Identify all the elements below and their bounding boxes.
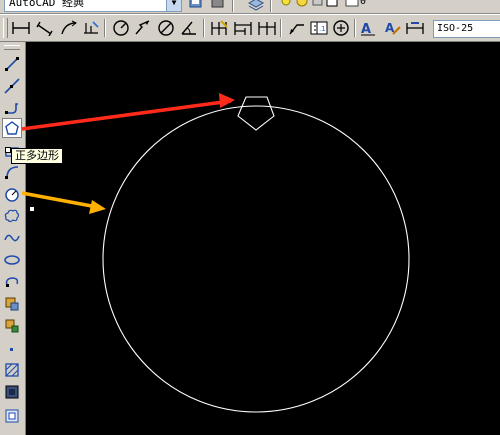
dimension-text-edit-icon[interactable]: A	[382, 18, 404, 38]
make-block-icon[interactable]	[2, 316, 22, 336]
angular-dimension-icon[interactable]	[178, 18, 200, 38]
quick-leader-icon[interactable]	[286, 18, 308, 38]
layer-color-icon[interactable]	[325, 0, 341, 10]
arc-icon[interactable]	[2, 162, 22, 182]
layer-manager-icon[interactable]	[247, 0, 265, 11]
layer-state-icon[interactable]	[345, 0, 361, 10]
draw-toolbar	[0, 42, 26, 435]
layer-lock-icon[interactable]	[310, 0, 326, 10]
jogged-dimension-icon[interactable]	[132, 18, 154, 38]
pentagon-shape[interactable]	[237, 96, 275, 131]
svg-text:.1: .1	[319, 25, 326, 33]
revision-cloud-icon[interactable]	[2, 206, 22, 226]
drawing-canvas[interactable]	[26, 42, 500, 435]
region-icon[interactable]	[2, 406, 22, 426]
insert-block-icon[interactable]	[2, 294, 22, 314]
ellipse-arc-icon[interactable]	[2, 272, 22, 292]
cursor-marker	[29, 206, 35, 212]
layer-on-icon[interactable]	[280, 0, 296, 10]
toolbar-separator	[203, 19, 205, 37]
construction-line-icon[interactable]	[2, 76, 22, 96]
workspace-toolbar: AutoCAD 经典 ▼ 0	[0, 0, 500, 14]
workspace-save-icon[interactable]	[210, 0, 226, 10]
linear-dimension-icon[interactable]	[10, 18, 32, 38]
dimension-update-icon[interactable]	[404, 18, 426, 38]
autocad-window: AutoCAD 经典 ▼ 0 .1 A A ISO-25 正多边形	[0, 0, 500, 435]
diameter-dimension-icon[interactable]	[155, 18, 177, 38]
point-icon[interactable]	[2, 340, 22, 360]
toolbar-grip[interactable]	[4, 45, 20, 50]
circle-shape[interactable]	[102, 105, 410, 413]
workspace-combo-value: AutoCAD 经典	[9, 0, 84, 9]
tolerance-icon[interactable]: .1	[308, 18, 330, 38]
radius-dimension-icon[interactable]	[110, 18, 132, 38]
toolbar-separator	[270, 0, 272, 12]
circle-icon[interactable]	[2, 185, 22, 205]
baseline-dimension-icon[interactable]	[232, 18, 254, 38]
polyline-icon[interactable]	[2, 98, 22, 118]
drawing-svg	[102, 96, 410, 413]
toolbar-grip[interactable]	[3, 18, 8, 38]
chevron-down-icon[interactable]: ▼	[166, 0, 181, 11]
polygon-icon[interactable]	[2, 118, 22, 138]
line-icon[interactable]	[2, 54, 22, 74]
continue-dimension-icon[interactable]	[256, 18, 278, 38]
spline-icon[interactable]	[2, 228, 22, 248]
hatch-icon[interactable]	[2, 360, 22, 380]
gradient-icon[interactable]	[2, 382, 22, 402]
workspace-settings-icon[interactable]	[188, 0, 204, 10]
dimension-toolbar: .1 A A ISO-25	[0, 14, 500, 42]
dimension-style-combo[interactable]: ISO-25	[433, 20, 500, 38]
toolbar-separator	[280, 19, 282, 37]
dimension-style-value: ISO-25	[437, 23, 474, 34]
quick-dimension-icon[interactable]	[208, 18, 230, 38]
dimension-edit-icon[interactable]: A	[358, 18, 380, 38]
polygon-tooltip: 正多边形	[11, 148, 63, 164]
toolbar-separator	[354, 19, 356, 37]
ordinate-dimension-icon[interactable]	[80, 18, 102, 38]
toolbar-separator	[104, 19, 106, 37]
aligned-dimension-icon[interactable]	[34, 18, 56, 38]
ellipse-icon[interactable]	[2, 250, 22, 270]
center-mark-icon[interactable]	[330, 18, 352, 38]
toolbar-separator	[232, 0, 234, 12]
arc-length-dimension-icon[interactable]	[58, 18, 80, 38]
layer-freeze-icon[interactable]	[295, 0, 311, 10]
workspace-combo[interactable]: AutoCAD 经典 ▼	[4, 0, 182, 12]
layer-value: 0	[360, 0, 367, 7]
